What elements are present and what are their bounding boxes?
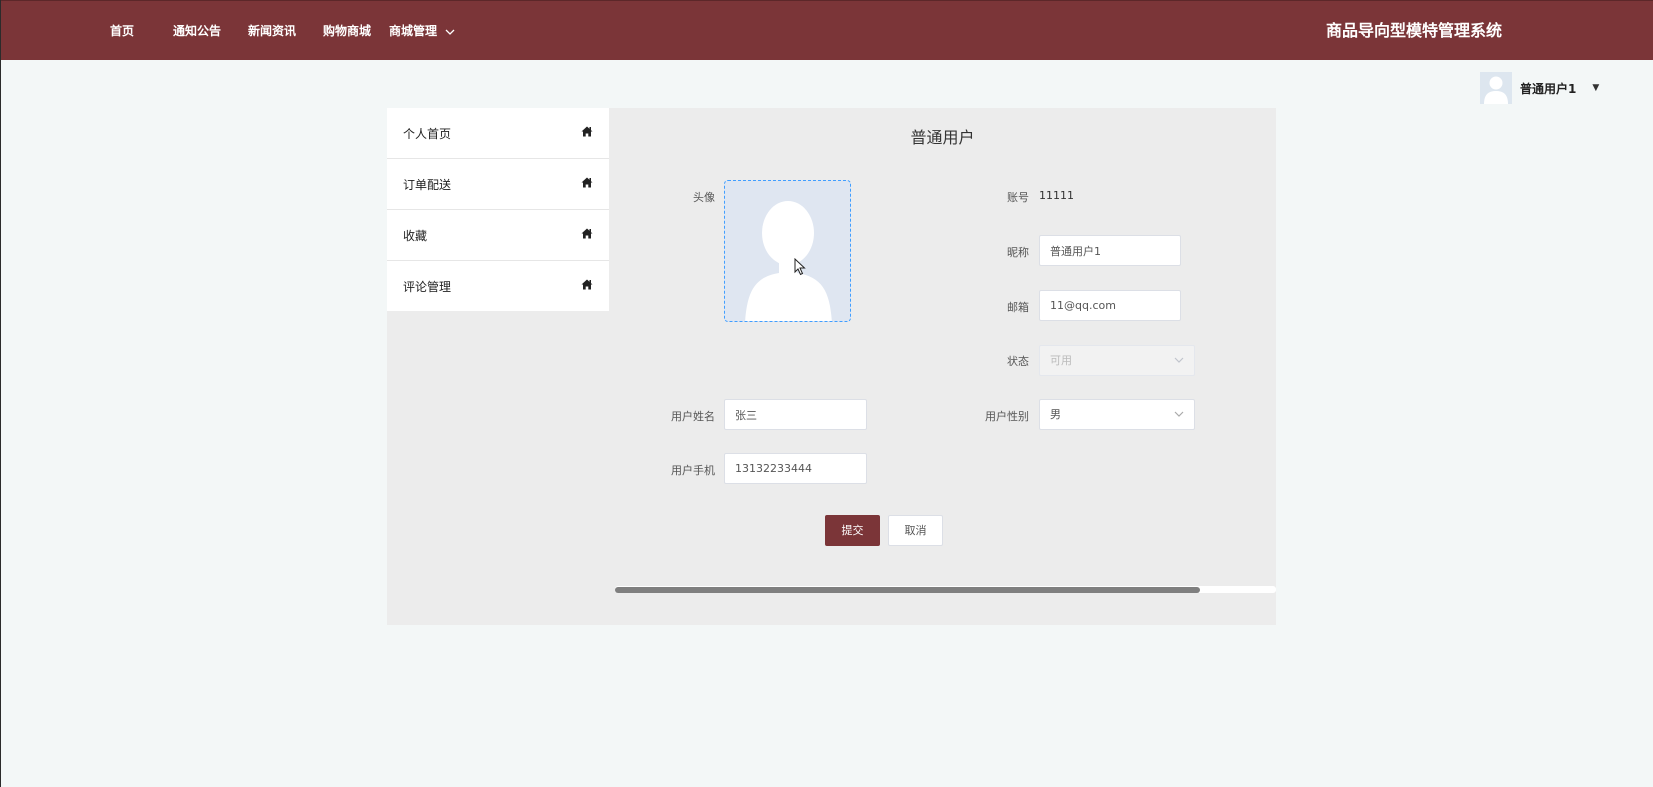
email-label: 邮箱 bbox=[1007, 301, 1029, 314]
home-icon bbox=[581, 126, 593, 140]
user-silhouette-icon bbox=[745, 201, 832, 321]
user-menu[interactable]: 普通用户1 ▼ bbox=[1480, 72, 1599, 104]
system-title: 商品导向型模特管理系统 bbox=[1325, 21, 1502, 40]
chevron-down-icon bbox=[445, 22, 455, 42]
sidebar: 个人首页 订单配送 收藏 评论管理 bbox=[387, 108, 609, 311]
account-value: 11111 bbox=[1039, 189, 1074, 202]
sidebar-item-personal-home[interactable]: 个人首页 bbox=[387, 108, 609, 159]
sidebar-item-order-delivery[interactable]: 订单配送 bbox=[387, 159, 609, 210]
top-nav-bar: 首页 通知公告 新闻资讯 购物商城 商城管理 商品导向型模特管理系统 bbox=[1, 0, 1653, 60]
realname-label: 用户姓名 bbox=[671, 410, 715, 423]
caret-down-icon: ▼ bbox=[1592, 83, 1600, 93]
home-icon bbox=[581, 228, 593, 242]
nickname-label: 昵称 bbox=[1007, 246, 1029, 259]
submit-button[interactable]: 提交 bbox=[825, 515, 880, 546]
user-silhouette-icon bbox=[1484, 76, 1508, 104]
home-icon bbox=[581, 177, 593, 191]
nav-item-notices[interactable]: 通知公告 bbox=[173, 21, 221, 41]
chevron-down-icon bbox=[1174, 346, 1184, 387]
chevron-down-icon bbox=[1174, 400, 1184, 441]
horizontal-scrollbar-thumb[interactable] bbox=[615, 587, 1200, 593]
realname-input[interactable] bbox=[724, 399, 867, 430]
account-label: 账号 bbox=[1007, 191, 1029, 204]
nav-item-news[interactable]: 新闻资讯 bbox=[248, 21, 296, 41]
avatar-label: 头像 bbox=[693, 191, 715, 204]
sidebar-item-label: 收藏 bbox=[403, 228, 428, 243]
status-select: 可用 bbox=[1039, 345, 1195, 376]
user-name: 普通用户1 bbox=[1520, 81, 1577, 96]
nickname-input[interactable] bbox=[1039, 235, 1181, 266]
status-label: 状态 bbox=[1007, 355, 1029, 368]
nav-item-shop-management[interactable]: 商城管理 bbox=[389, 21, 455, 41]
sidebar-item-label: 个人首页 bbox=[403, 126, 452, 141]
nav-item-shop[interactable]: 购物商城 bbox=[323, 21, 371, 41]
nav-item-shop-management-label: 商城管理 bbox=[389, 24, 438, 38]
phone-label: 用户手机 bbox=[671, 464, 715, 477]
status-value: 可用 bbox=[1050, 354, 1072, 367]
email-input[interactable] bbox=[1039, 290, 1181, 321]
avatar bbox=[1480, 72, 1512, 104]
avatar-upload[interactable] bbox=[724, 180, 851, 322]
sidebar-item-label: 订单配送 bbox=[403, 177, 452, 192]
mouse-pointer-icon bbox=[794, 257, 806, 279]
sidebar-item-label: 评论管理 bbox=[403, 279, 452, 294]
gender-select[interactable]: 男 bbox=[1039, 399, 1195, 430]
page-title: 普通用户 bbox=[910, 128, 975, 147]
nav-item-home[interactable]: 首页 bbox=[110, 21, 134, 41]
cancel-button[interactable]: 取消 bbox=[888, 515, 943, 546]
home-icon bbox=[581, 279, 593, 293]
sidebar-item-comment-management[interactable]: 评论管理 bbox=[387, 261, 609, 311]
sidebar-item-favorites[interactable]: 收藏 bbox=[387, 210, 609, 261]
phone-input[interactable] bbox=[724, 453, 867, 484]
gender-label: 用户性别 bbox=[985, 410, 1029, 423]
gender-value: 男 bbox=[1050, 408, 1061, 421]
